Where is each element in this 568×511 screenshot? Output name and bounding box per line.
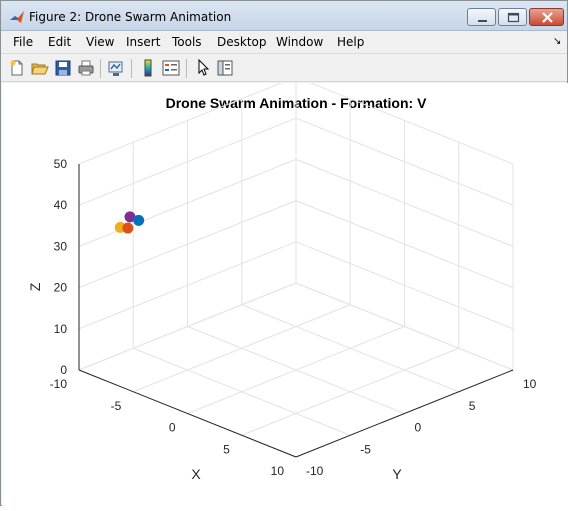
x-tick-label: -5	[111, 399, 122, 413]
figure-toolbar	[1, 55, 567, 82]
z-axis-label: Z	[27, 282, 43, 291]
menu-window[interactable]: Window	[276, 35, 323, 49]
menu-view[interactable]: View	[86, 35, 114, 49]
menu-tools[interactable]: Tools	[172, 35, 202, 49]
x-tick-label: 10	[271, 464, 285, 478]
menu-dock-arrow-icon[interactable]: ↘	[553, 36, 561, 47]
z-tick-label: 0	[60, 363, 67, 377]
z-tick-label: 30	[54, 239, 68, 253]
menu-help[interactable]: Help	[337, 35, 364, 49]
property-editor-icon[interactable]	[216, 59, 234, 77]
toolbar-separator	[100, 59, 101, 78]
figure-window: Figure 2: Drone Swarm Animation File Edi…	[0, 0, 568, 506]
menu-desktop[interactable]: Desktop	[217, 35, 267, 49]
y-axis-label: Y	[392, 466, 402, 482]
z-tick-label: 50	[54, 157, 68, 171]
z-tick-label: 40	[54, 198, 68, 212]
drone-marker-3[interactable]	[122, 222, 134, 234]
axes-3d[interactable]: Drone Swarm Animation - Formation: V -10…	[2, 76, 568, 506]
y-tick-label: -10	[306, 464, 324, 478]
z-tick-label: 10	[54, 322, 68, 336]
x-axis-label: X	[191, 466, 201, 482]
toolbar-separator	[186, 59, 187, 78]
x-tick-label: 0	[169, 421, 176, 435]
title-bar[interactable]: Figure 2: Drone Swarm Animation	[1, 1, 567, 31]
save-icon[interactable]	[54, 59, 72, 77]
legend-icon[interactable]	[162, 59, 180, 77]
toolbar-separator	[131, 59, 132, 78]
x-tick-label: -10	[50, 377, 68, 391]
pointer-icon[interactable]	[194, 58, 212, 77]
y-tick-label: 0	[415, 421, 422, 435]
menu-file[interactable]: File	[13, 35, 33, 49]
drone-marker-4[interactable]	[133, 214, 145, 226]
y-tick-label: 5	[469, 399, 476, 413]
new-figure-icon[interactable]	[8, 59, 26, 77]
window-title: Figure 2: Drone Swarm Animation	[29, 10, 232, 24]
colorbar-icon[interactable]	[139, 59, 157, 77]
y-tick-label: -5	[360, 442, 371, 456]
open-file-icon[interactable]	[31, 59, 49, 77]
link-plot-icon[interactable]	[107, 59, 125, 77]
y-tick-label: 10	[523, 377, 537, 391]
close-button[interactable]	[529, 8, 564, 26]
matlab-icon	[9, 9, 25, 25]
menu-insert[interactable]: Insert	[126, 35, 160, 49]
figure-canvas[interactable]: Drone Swarm Animation - Formation: V -10…	[2, 76, 568, 506]
z-tick-label: 20	[54, 281, 68, 295]
x-tick-label: 5	[223, 442, 230, 456]
menu-bar: File Edit View Insert Tools Desktop Wind…	[1, 31, 567, 54]
minimize-button[interactable]	[467, 8, 496, 26]
maximize-button[interactable]	[498, 8, 527, 26]
menu-edit[interactable]: Edit	[48, 35, 71, 49]
print-icon[interactable]	[77, 59, 95, 77]
